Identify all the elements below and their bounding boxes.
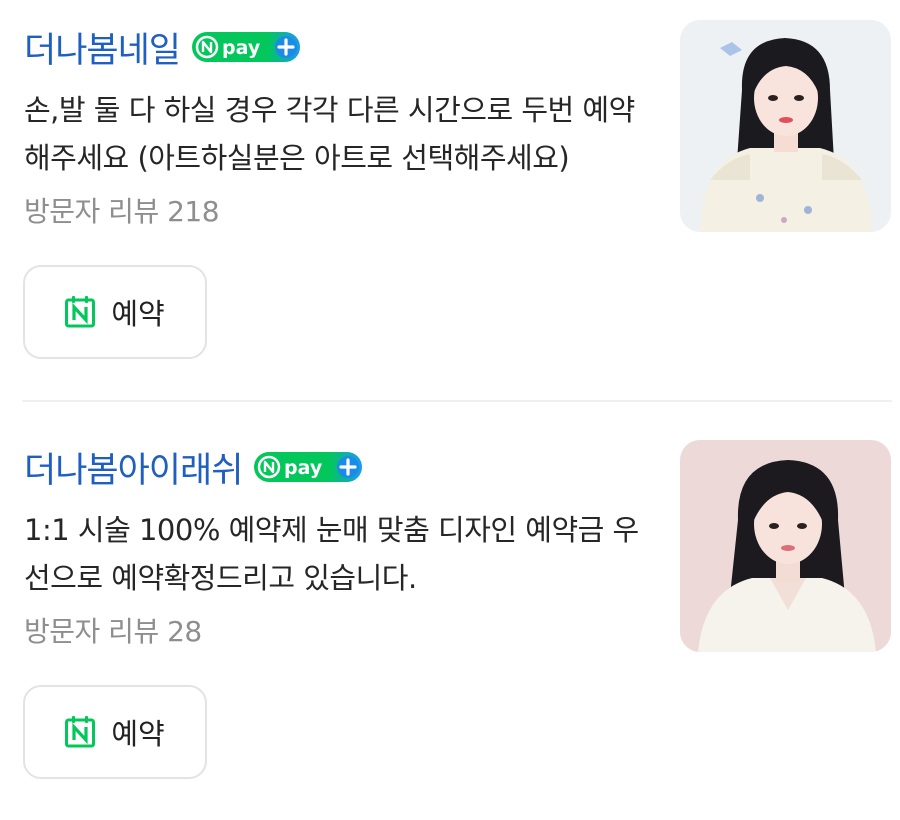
reserve-button[interactable]: 예약 xyxy=(23,685,207,779)
place-item: 더나봄네일 pay 손,발 둘 다 하실 경우 각각 다른 시간으로 두번 예약… xyxy=(0,0,900,400)
visitor-review-count[interactable]: 방문자 리뷰 28 xyxy=(24,610,202,650)
svg-text:pay: pay xyxy=(284,457,323,479)
naver-calendar-icon xyxy=(65,716,96,748)
reserve-label: 예약 xyxy=(111,717,165,751)
visitor-review-count[interactable]: 방문자 리뷰 218 xyxy=(24,190,220,230)
place-item: 더나봄아이래쉬 pay 1:1 시술 100% 예약제 눈매 맞춤 디자인 예약… xyxy=(0,420,900,820)
divider xyxy=(22,400,892,402)
place-thumbnail[interactable] xyxy=(680,440,891,652)
reserve-label: 예약 xyxy=(111,297,165,331)
place-list: 더나봄네일 pay 손,발 둘 다 하실 경우 각각 다른 시간으로 두번 예약… xyxy=(0,0,900,810)
place-name[interactable]: 더나봄네일 xyxy=(24,22,181,73)
place-title-link[interactable]: 더나봄네일 pay xyxy=(24,22,301,73)
place-name[interactable]: 더나봄아이래쉬 xyxy=(24,442,243,493)
svg-text:pay: pay xyxy=(222,37,261,59)
npay-plus-icon: pay xyxy=(254,452,363,482)
place-description: 1:1 시술 100% 예약제 눈매 맞춤 디자인 예약금 우선으로 예약확정드… xyxy=(24,513,639,595)
place-thumbnail[interactable] xyxy=(680,20,891,232)
reserve-button[interactable]: 예약 xyxy=(23,265,207,359)
place-title-link[interactable]: 더나봄아이래쉬 pay xyxy=(24,442,363,493)
npay-plus-icon: pay xyxy=(192,32,301,62)
place-description: 손,발 둘 다 하실 경우 각각 다른 시간으로 두번 예약 해주세요 (아트하… xyxy=(24,93,635,175)
naver-calendar-icon xyxy=(65,296,96,328)
